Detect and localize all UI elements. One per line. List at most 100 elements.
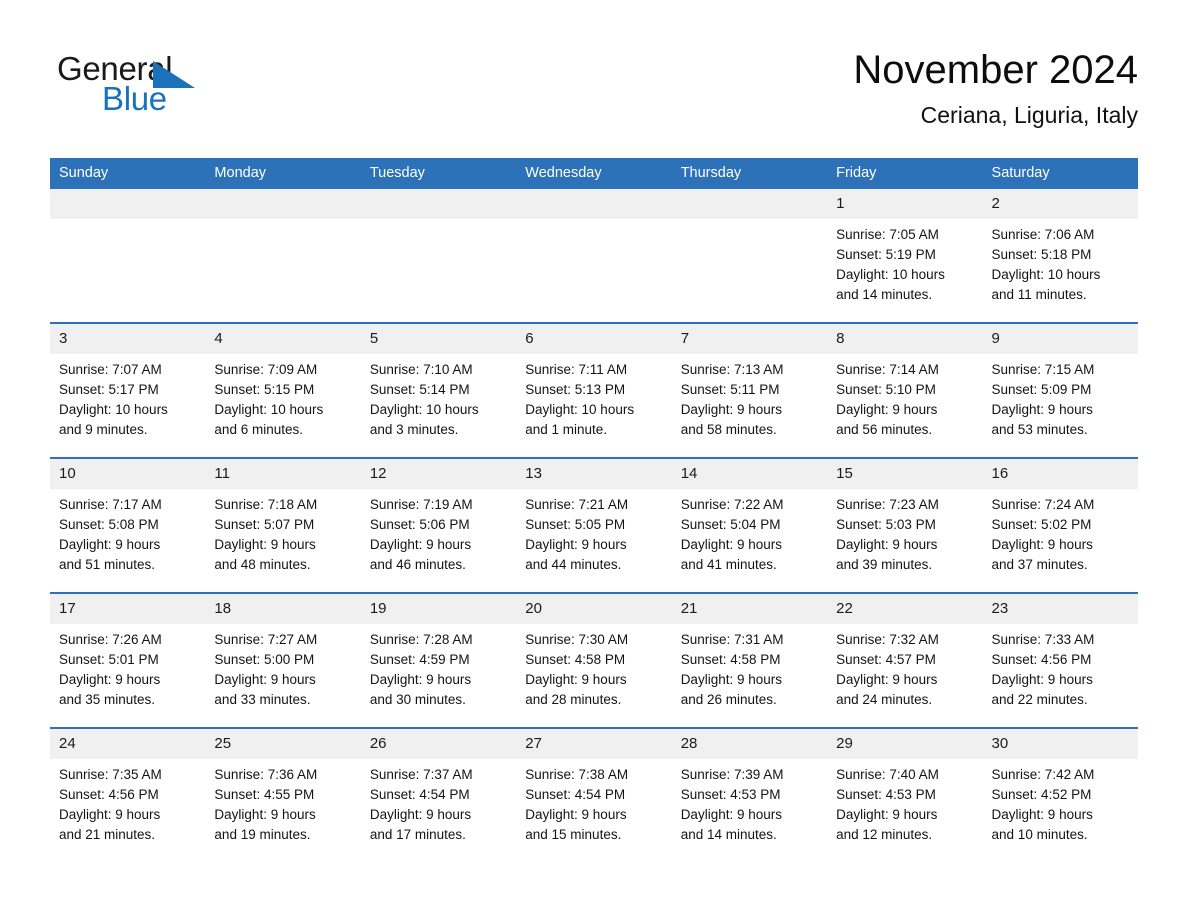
- day-number: 19: [360, 594, 517, 624]
- daylight-text-line2: and 11 minutes.: [991, 287, 1087, 302]
- day-cell[interactable]: 16 Sunrise: 7:24 AM Sunset: 5:02 PM Dayl…: [982, 457, 1138, 593]
- daylight-text-line2: and 15 minutes.: [525, 827, 622, 842]
- day-details: Sunrise: 7:40 AM Sunset: 4:53 PM Dayligh…: [827, 759, 982, 845]
- day-number: 5: [360, 324, 517, 354]
- daylight-text-line2: and 10 minutes.: [991, 827, 1088, 842]
- day-cell[interactable]: 9 Sunrise: 7:15 AM Sunset: 5:09 PM Dayli…: [982, 322, 1138, 458]
- day-cell[interactable]: 20 Sunrise: 7:30 AM Sunset: 4:58 PM Dayl…: [516, 592, 672, 728]
- day-details: Sunrise: 7:24 AM Sunset: 5:02 PM Dayligh…: [983, 489, 1138, 575]
- day-cell[interactable]: 3 Sunrise: 7:07 AM Sunset: 5:17 PM Dayli…: [50, 322, 206, 458]
- day-details: Sunrise: 7:23 AM Sunset: 5:03 PM Dayligh…: [827, 489, 982, 575]
- day-cell[interactable]: 8 Sunrise: 7:14 AM Sunset: 5:10 PM Dayli…: [827, 322, 983, 458]
- day-number: 10: [50, 459, 206, 489]
- day-number: [671, 189, 828, 219]
- sunset-text: Sunset: 5:00 PM: [214, 652, 315, 667]
- day-cell[interactable]: 13 Sunrise: 7:21 AM Sunset: 5:05 PM Dayl…: [516, 457, 672, 593]
- logo-text-blue: Blue: [102, 80, 167, 117]
- daylight-text-line1: Daylight: 10 hours: [836, 267, 945, 282]
- day-cell[interactable]: 28 Sunrise: 7:39 AM Sunset: 4:53 PM Dayl…: [671, 727, 828, 862]
- daylight-text-line1: Daylight: 9 hours: [680, 807, 782, 822]
- daylight-text-line2: and 22 minutes.: [991, 692, 1088, 707]
- day-details: Sunrise: 7:17 AM Sunset: 5:08 PM Dayligh…: [50, 489, 205, 575]
- sunrise-text: Sunrise: 7:42 AM: [991, 767, 1095, 782]
- sunset-text: Sunset: 5:10 PM: [836, 382, 936, 397]
- sunrise-text: Sunrise: 7:09 AM: [214, 362, 318, 377]
- daylight-text-line2: and 46 minutes.: [369, 557, 466, 572]
- day-cell[interactable]: 6 Sunrise: 7:11 AM Sunset: 5:13 PM Dayli…: [516, 322, 672, 458]
- day-number: 29: [827, 729, 983, 759]
- daylight-text-line2: and 39 minutes.: [836, 557, 933, 572]
- day-details: Sunrise: 7:11 AM Sunset: 5:13 PM Dayligh…: [516, 354, 671, 440]
- daylight-text-line1: Daylight: 9 hours: [680, 672, 782, 687]
- day-cell[interactable]: [50, 189, 206, 323]
- sunset-text: Sunset: 5:09 PM: [991, 382, 1092, 397]
- sunrise-text: Sunrise: 7:05 AM: [836, 227, 939, 242]
- day-number: 7: [671, 324, 828, 354]
- sunrise-text: Sunrise: 7:10 AM: [369, 362, 473, 377]
- daylight-text-line1: Daylight: 9 hours: [680, 402, 782, 417]
- day-cell[interactable]: 30 Sunrise: 7:42 AM Sunset: 4:52 PM Dayl…: [982, 727, 1138, 862]
- day-cell[interactable]: 23 Sunrise: 7:33 AM Sunset: 4:56 PM Dayl…: [982, 592, 1138, 728]
- day-cell[interactable]: 25 Sunrise: 7:36 AM Sunset: 4:55 PM Dayl…: [205, 727, 361, 862]
- page-title: November 2024: [853, 48, 1138, 92]
- daylight-text-line1: Daylight: 9 hours: [836, 672, 938, 687]
- day-number: 13: [516, 459, 672, 489]
- day-cell[interactable]: 4 Sunrise: 7:09 AM Sunset: 5:15 PM Dayli…: [205, 322, 361, 458]
- daylight-text-line2: and 9 minutes.: [59, 422, 148, 437]
- daylight-text-line2: and 19 minutes.: [214, 827, 311, 842]
- day-cell[interactable]: [671, 189, 828, 323]
- day-cell[interactable]: 26 Sunrise: 7:37 AM Sunset: 4:54 PM Dayl…: [360, 727, 517, 862]
- week-row: 17 Sunrise: 7:26 AM Sunset: 5:01 PM Dayl…: [50, 592, 1138, 728]
- sunset-text: Sunset: 5:14 PM: [369, 382, 470, 397]
- day-cell[interactable]: 2 Sunrise: 7:06 AM Sunset: 5:18 PM Dayli…: [982, 189, 1138, 323]
- day-cell[interactable]: 5 Sunrise: 7:10 AM Sunset: 5:14 PM Dayli…: [360, 322, 517, 458]
- day-number: 27: [516, 729, 672, 759]
- calendar-body: 1 Sunrise: 7:05 AM Sunset: 5:19 PM Dayli…: [50, 189, 1138, 862]
- daylight-text-line1: Daylight: 10 hours: [369, 402, 479, 417]
- day-details: Sunrise: 7:31 AM Sunset: 4:58 PM Dayligh…: [672, 624, 827, 710]
- day-cell[interactable]: 21 Sunrise: 7:31 AM Sunset: 4:58 PM Dayl…: [671, 592, 828, 728]
- day-cell[interactable]: 10 Sunrise: 7:17 AM Sunset: 5:08 PM Dayl…: [50, 457, 206, 593]
- sunrise-text: Sunrise: 7:28 AM: [369, 632, 473, 647]
- sunrise-text: Sunrise: 7:27 AM: [214, 632, 318, 647]
- sunset-text: Sunset: 5:13 PM: [525, 382, 626, 397]
- day-cell[interactable]: 15 Sunrise: 7:23 AM Sunset: 5:03 PM Dayl…: [827, 457, 983, 593]
- day-cell[interactable]: 18 Sunrise: 7:27 AM Sunset: 5:00 PM Dayl…: [205, 592, 361, 728]
- day-cell[interactable]: [516, 189, 672, 323]
- day-cell[interactable]: 17 Sunrise: 7:26 AM Sunset: 5:01 PM Dayl…: [50, 592, 206, 728]
- day-cell[interactable]: 14 Sunrise: 7:22 AM Sunset: 5:04 PM Dayl…: [671, 457, 828, 593]
- daylight-text-line2: and 44 minutes.: [525, 557, 622, 572]
- sunrise-text: Sunrise: 7:14 AM: [836, 362, 939, 377]
- week-row: 3 Sunrise: 7:07 AM Sunset: 5:17 PM Dayli…: [50, 322, 1138, 458]
- sunset-text: Sunset: 4:54 PM: [369, 787, 470, 802]
- daylight-text-line2: and 33 minutes.: [214, 692, 311, 707]
- day-cell[interactable]: 7 Sunrise: 7:13 AM Sunset: 5:11 PM Dayli…: [671, 322, 828, 458]
- day-cell[interactable]: 11 Sunrise: 7:18 AM Sunset: 5:07 PM Dayl…: [205, 457, 361, 593]
- sunrise-text: Sunrise: 7:30 AM: [525, 632, 629, 647]
- day-cell[interactable]: 29 Sunrise: 7:40 AM Sunset: 4:53 PM Dayl…: [827, 727, 983, 862]
- sunrise-text: Sunrise: 7:24 AM: [991, 497, 1095, 512]
- day-cell[interactable]: [205, 189, 361, 323]
- day-number: [50, 189, 206, 219]
- day-cell[interactable]: 1 Sunrise: 7:05 AM Sunset: 5:19 PM Dayli…: [827, 189, 983, 323]
- day-details: Sunrise: 7:27 AM Sunset: 5:00 PM Dayligh…: [205, 624, 360, 710]
- sunset-text: Sunset: 4:59 PM: [369, 652, 470, 667]
- day-details: Sunrise: 7:36 AM Sunset: 4:55 PM Dayligh…: [205, 759, 360, 845]
- daylight-text-line2: and 30 minutes.: [369, 692, 466, 707]
- day-cell[interactable]: 27 Sunrise: 7:38 AM Sunset: 4:54 PM Dayl…: [516, 727, 672, 862]
- day-cell[interactable]: 19 Sunrise: 7:28 AM Sunset: 4:59 PM Dayl…: [360, 592, 517, 728]
- daylight-text-line2: and 35 minutes.: [59, 692, 156, 707]
- day-number: 8: [827, 324, 983, 354]
- day-cell[interactable]: 22 Sunrise: 7:32 AM Sunset: 4:57 PM Dayl…: [827, 592, 983, 728]
- sunset-text: Sunset: 4:58 PM: [680, 652, 781, 667]
- day-details: Sunrise: 7:33 AM Sunset: 4:56 PM Dayligh…: [983, 624, 1138, 710]
- daylight-text-line2: and 53 minutes.: [991, 422, 1088, 437]
- day-number: 1: [827, 189, 983, 219]
- sunset-text: Sunset: 5:08 PM: [59, 517, 159, 532]
- daylight-text-line2: and 28 minutes.: [525, 692, 622, 707]
- day-cell[interactable]: 24 Sunrise: 7:35 AM Sunset: 4:56 PM Dayl…: [50, 727, 206, 862]
- day-cell[interactable]: [360, 189, 517, 323]
- sunset-text: Sunset: 5:11 PM: [680, 382, 780, 397]
- sunrise-text: Sunrise: 7:31 AM: [680, 632, 784, 647]
- day-cell[interactable]: 12 Sunrise: 7:19 AM Sunset: 5:06 PM Dayl…: [360, 457, 517, 593]
